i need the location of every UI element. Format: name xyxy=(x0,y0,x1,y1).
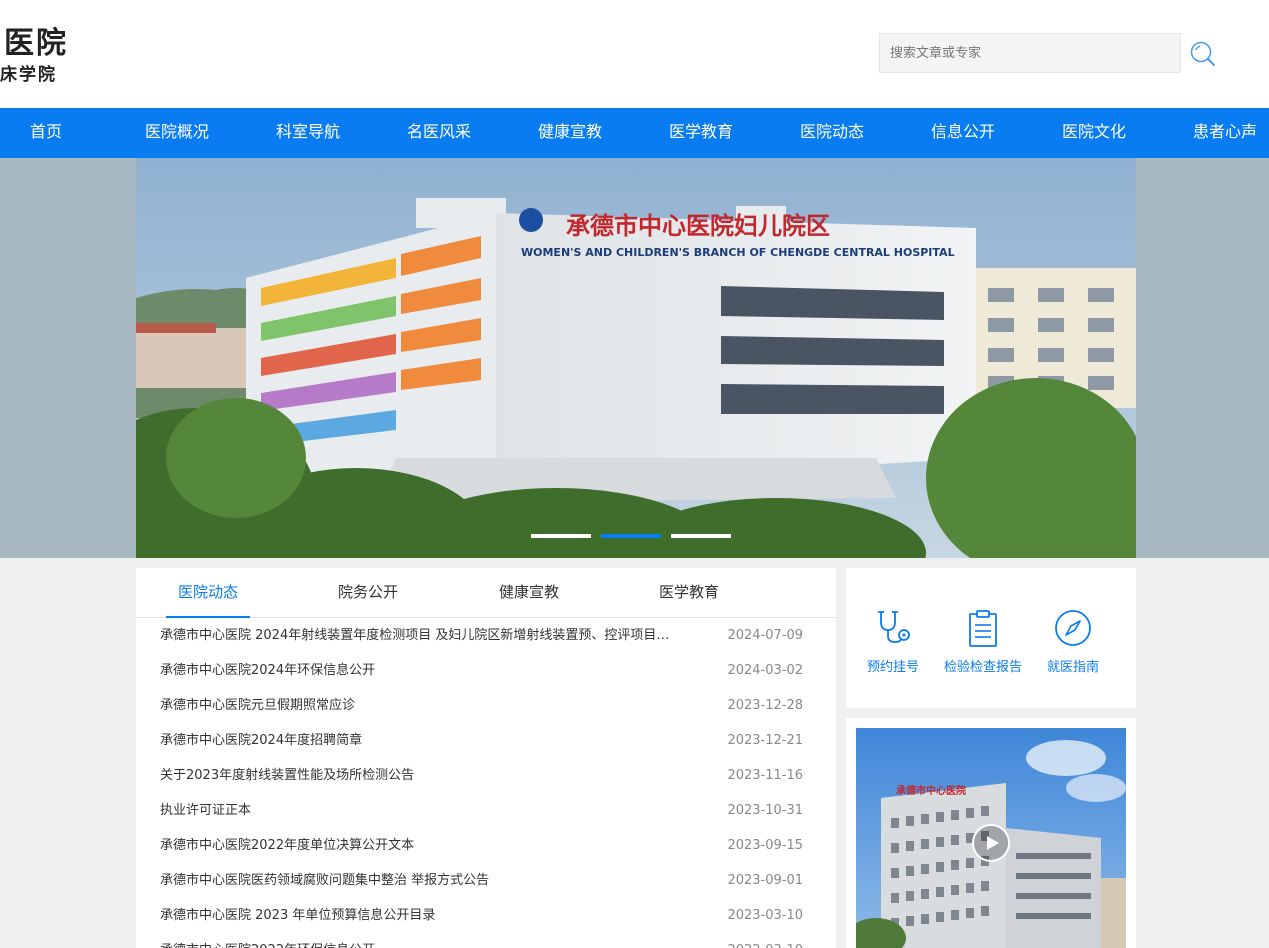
news-item[interactable]: 承德市中心医院 2023 年单位预算信息公开目录 2023-03-10 xyxy=(160,898,803,933)
banner-dot-2[interactable] xyxy=(601,534,661,538)
visit-guide-label: 就医指南 xyxy=(1046,660,1099,675)
logo-subtitle[interactable]: 床学院 xyxy=(0,60,57,85)
news-item-title: 承德市中心医院 2024年射线装置年度检测项目 及妇儿院区新增射线装置预、控评项… xyxy=(160,628,670,643)
site-header: 医院 床学院 xyxy=(0,0,1269,108)
nav-item-overview[interactable]: 医院概况 xyxy=(145,108,209,158)
main-nav: 首页 医院概况 科室导航 名医风采 健康宣教 医学教育 医院动态 信息公开 医院… xyxy=(0,108,1269,158)
news-item[interactable]: 承德市中心医院医药领域腐败问题集中整治 举报方式公告 2023-09-01 xyxy=(160,863,803,898)
news-item[interactable]: 承德市中心医院2024年环保信息公开 2024-03-02 xyxy=(160,653,803,688)
nav-item-disclosure[interactable]: 信息公开 xyxy=(931,108,995,158)
news-item-title: 承德市中心医院医药领域腐败问题集中整治 举报方式公告 xyxy=(160,873,490,888)
news-item[interactable]: 承德市中心医院 2024年射线装置年度检测项目 及妇儿院区新增射线装置预、控评项… xyxy=(160,618,803,653)
banner-dot-1[interactable] xyxy=(531,534,591,538)
tab-medical-education[interactable]: 医学教育 xyxy=(659,568,719,618)
nav-item-culture[interactable]: 医院文化 xyxy=(1062,108,1126,158)
nav-item-home[interactable]: 首页 xyxy=(30,108,62,158)
test-report-button[interactable]: 检验检查报告 xyxy=(938,608,1028,680)
news-item[interactable]: 关于2023年度射线装置性能及场所检测公告 2023-11-16 xyxy=(160,758,803,793)
news-item-date: 2023-09-15 xyxy=(727,838,803,853)
news-item-title: 承德市中心医院2022年环保信息公开 xyxy=(160,933,710,948)
news-item-date: 2023-12-28 xyxy=(727,698,803,713)
quick-services-panel: 预约挂号 检验检查报告 就医指南 xyxy=(846,568,1136,708)
news-item-title: 承德市中心医院 2023 年单位预算信息公开目录 xyxy=(160,908,436,923)
news-item-date: 2024-07-09 xyxy=(727,628,803,643)
news-tabs: 医院动态 院务公开 健康宣教 医学教育 xyxy=(136,568,836,618)
news-item[interactable]: 承德市中心医院元旦假期照常应诊 2023-12-28 xyxy=(160,688,803,723)
banner-slide[interactable]: 承德市中心医院妇儿院区 WOMEN'S AND CHILDREN'S BRANC… xyxy=(136,158,1136,558)
banner-sign-english: WOMEN'S AND CHILDREN'S BRANCH OF CHENGDE… xyxy=(521,246,955,259)
news-item-date: 2022-03-10 xyxy=(727,933,803,948)
news-item-date: 2023-09-01 xyxy=(727,873,803,888)
news-item-title: 承德市中心医院元旦假期照常应诊 xyxy=(160,698,356,713)
compass-icon xyxy=(1055,610,1091,646)
search-button[interactable] xyxy=(1189,40,1217,68)
video-panel: 承德市中心医院 xyxy=(846,718,1136,948)
news-item-title: 关于2023年度射线装置性能及场所检测公告 xyxy=(160,768,415,783)
banner-sign-text: 承德市中心医院妇儿院区 xyxy=(566,211,830,240)
play-icon[interactable] xyxy=(971,823,1011,863)
news-panel: 医院动态 院务公开 健康宣教 医学教育 承德市中心医院 2024年射线装置年度检… xyxy=(136,568,836,948)
nav-item-news[interactable]: 医院动态 xyxy=(800,108,864,158)
logo-title[interactable]: 医院 xyxy=(4,18,68,62)
nav-item-doctors[interactable]: 名医风采 xyxy=(407,108,471,158)
tab-affairs-disclosure[interactable]: 院务公开 xyxy=(338,568,398,618)
hospital-video[interactable]: 承德市中心医院 xyxy=(856,728,1126,948)
tab-health-education[interactable]: 健康宣教 xyxy=(499,568,559,618)
news-item-date: 2023-11-16 xyxy=(727,768,803,783)
news-item-date: 2023-10-31 xyxy=(727,803,803,818)
news-item-title: 承德市中心医院2022年度单位决算公开文本 xyxy=(160,838,415,853)
nav-item-medical-education[interactable]: 医学教育 xyxy=(669,108,733,158)
news-item-date: 2023-03-10 xyxy=(727,908,803,923)
hospital-building-photo: 承德市中心医院妇儿院区 WOMEN'S AND CHILDREN'S BRANC… xyxy=(136,158,1136,558)
news-item[interactable]: 执业许可证正本 2023-10-31 xyxy=(160,793,803,828)
appointment-label: 预约挂号 xyxy=(866,660,919,675)
news-item-date: 2023-12-21 xyxy=(727,733,803,748)
news-item-title: 承德市中心医院2024年环保信息公开 xyxy=(160,663,376,678)
clipboard-report-icon xyxy=(969,610,997,647)
test-report-label: 检验检查报告 xyxy=(943,660,1022,675)
news-item[interactable]: 承德市中心医院2022年环保信息公开 2022-03-10 xyxy=(160,933,803,948)
appointment-button[interactable]: 预约挂号 xyxy=(848,608,938,680)
nav-item-patient-voice[interactable]: 患者心声 xyxy=(1193,108,1257,158)
search-icon xyxy=(1190,41,1215,66)
nav-item-health-education[interactable]: 健康宣教 xyxy=(538,108,602,158)
news-item[interactable]: 承德市中心医院2022年度单位决算公开文本 2023-09-15 xyxy=(160,828,803,863)
nav-item-departments[interactable]: 科室导航 xyxy=(276,108,340,158)
visit-guide-button[interactable]: 就医指南 xyxy=(1028,608,1118,680)
search-input[interactable] xyxy=(879,33,1181,73)
news-item-date: 2024-03-02 xyxy=(727,663,803,678)
stethoscope-icon xyxy=(878,611,910,643)
news-item-title: 执业许可证正本 xyxy=(160,803,252,818)
news-item[interactable]: 承德市中心医院2024年度招聘简章 2023-12-21 xyxy=(160,723,803,758)
video-sign-text: 承德市中心医院 xyxy=(896,784,966,797)
tab-hospital-news[interactable]: 医院动态 xyxy=(166,568,251,618)
banner-dot-3[interactable] xyxy=(671,534,731,538)
news-item-title: 承德市中心医院2024年度招聘简章 xyxy=(160,733,363,748)
